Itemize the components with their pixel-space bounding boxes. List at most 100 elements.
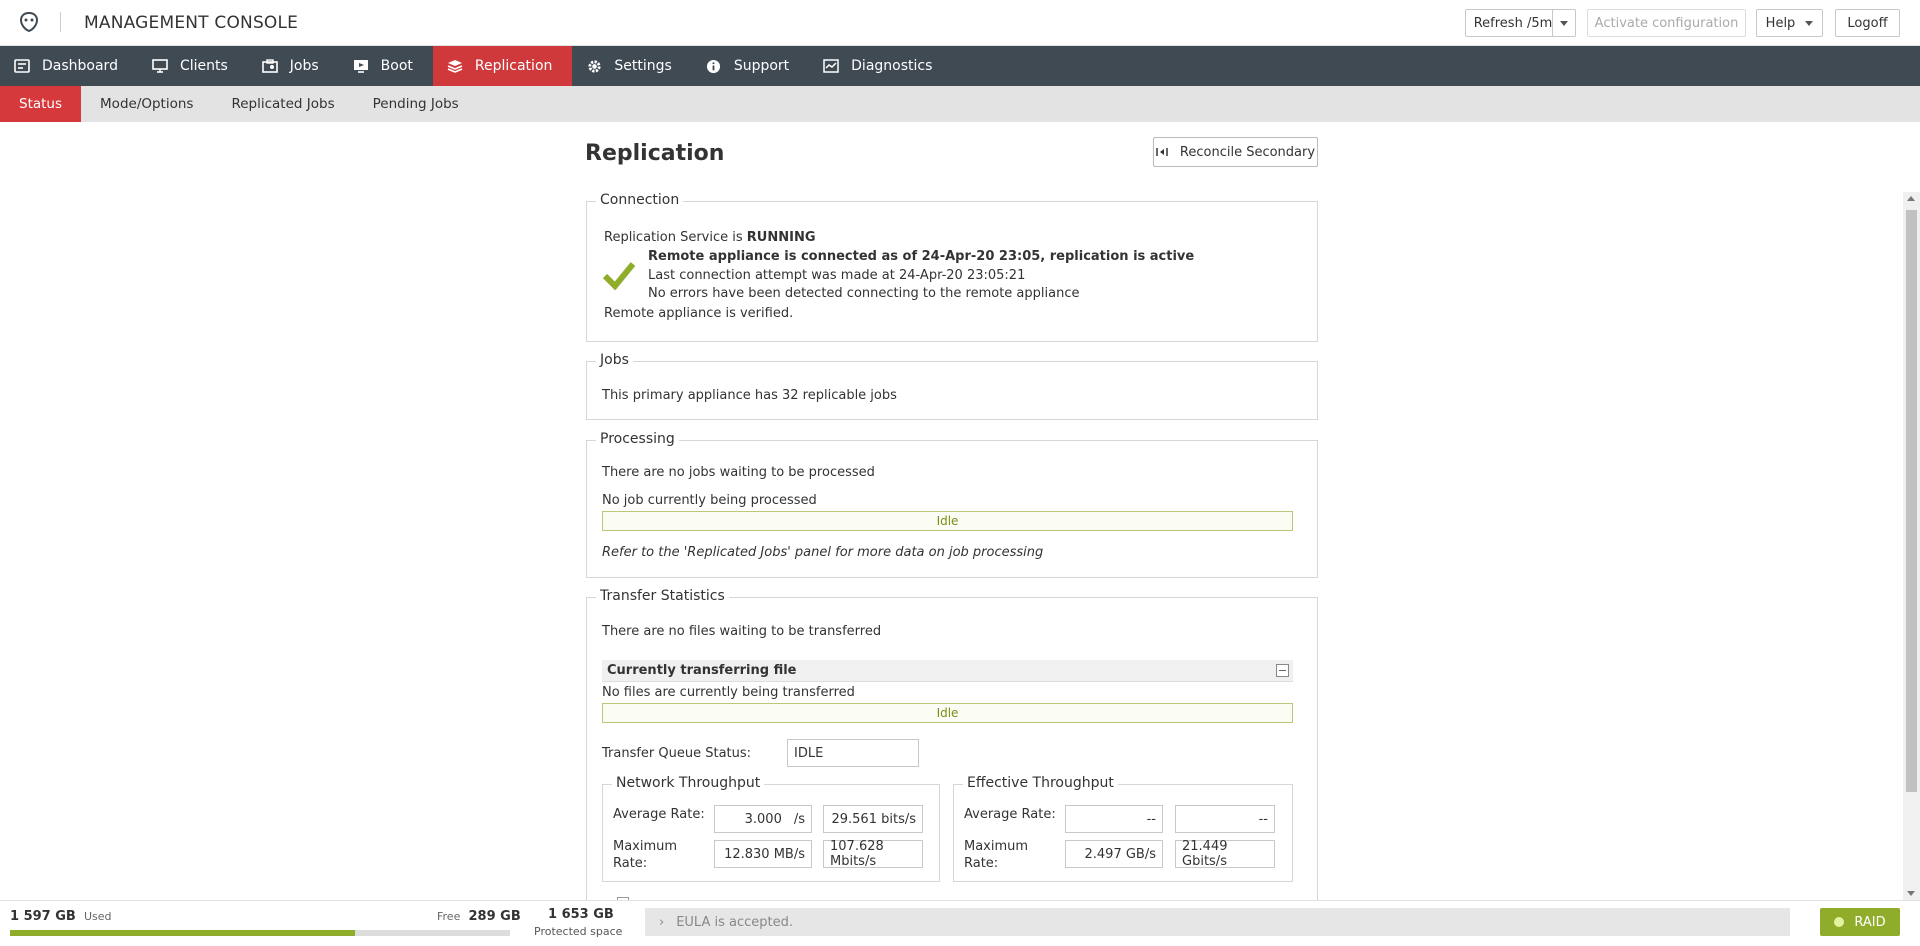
nav-item-clients[interactable]: Clients <box>138 46 248 86</box>
protected-value: 1 653 GB <box>548 907 614 922</box>
current-transfer-title: Currently transferring file <box>607 663 797 678</box>
nav-item-diagnostics[interactable]: Diagnostics <box>809 46 952 86</box>
effective-throughput-legend: Effective Throughput <box>963 775 1118 791</box>
tab-replicated-jobs[interactable]: Replicated Jobs <box>212 86 353 122</box>
chevron-right-icon: › <box>659 914 665 930</box>
processing-note: Refer to the 'Replicated Jobs' panel for… <box>602 545 1044 560</box>
info-icon <box>706 58 722 74</box>
nav-item-boot[interactable]: Boot <box>339 46 433 86</box>
nav-label: Dashboard <box>42 58 118 74</box>
processing-progress-bar: Idle <box>602 511 1293 531</box>
effective-avg-field-1[interactable]: -- <box>1065 805 1163 833</box>
nav-item-jobs[interactable]: Jobs <box>248 46 339 86</box>
gear-icon <box>586 58 602 74</box>
reconcile-secondary-button[interactable]: Reconcile Secondary <box>1153 137 1318 167</box>
free-label: Free <box>437 910 461 923</box>
free-value: 289 GB <box>468 909 521 924</box>
network-throughput-legend: Network Throughput <box>612 775 765 791</box>
tab-pending-jobs[interactable]: Pending Jobs <box>354 86 478 122</box>
header: MANAGEMENT CONSOLE Refresh /5m Activate … <box>0 0 1920 46</box>
processing-legend: Processing <box>596 431 679 447</box>
network-max-field-1[interactable]: 12.830 MB/s <box>714 840 812 868</box>
activate-configuration-button[interactable]: Activate configuration <box>1587 9 1746 37</box>
scroll-thumb[interactable] <box>1906 210 1917 792</box>
logoff-button[interactable]: Logoff <box>1835 9 1900 37</box>
network-max-field-2[interactable]: 107.628 Mbits/s <box>823 839 923 869</box>
refresh-button[interactable]: Refresh /5m <box>1465 9 1561 37</box>
transfer-waiting: There are no files waiting to be transfe… <box>602 624 882 639</box>
queue-status-label: Transfer Queue Status: <box>602 746 752 761</box>
storage-usage-fill <box>10 930 355 936</box>
eula-status[interactable]: › EULA is accepted. <box>645 908 1790 936</box>
effective-max-field-1[interactable]: 2.497 GB/s <box>1065 840 1163 868</box>
jobs-panel: Jobs This primary appliance has 32 repli… <box>586 352 1318 420</box>
effective-avg-field-2[interactable]: -- <box>1175 805 1275 833</box>
main-nav: Dashboard Clients Jobs Boot Replication … <box>0 46 1920 86</box>
refresh-label: Refresh /5m <box>1473 15 1553 31</box>
storage-free: Free 289 GB <box>437 909 521 924</box>
processing-waiting: There are no jobs waiting to be processe… <box>602 465 875 480</box>
jobs-legend: Jobs <box>596 352 633 368</box>
last-attempt: Last connection attempt was made at 24-A… <box>648 268 1026 283</box>
activate-label: Activate configuration <box>1594 15 1739 31</box>
tab-status[interactable]: Status <box>0 86 82 122</box>
refresh-dropdown-button[interactable] <box>1552 9 1576 37</box>
nav-label: Settings <box>614 58 672 74</box>
raid-label: RAID <box>1854 914 1886 930</box>
nav-item-settings[interactable]: Settings <box>572 46 691 86</box>
network-avg-field-2[interactable]: 29.561 bits/s <box>823 805 923 833</box>
current-transfer-text: No files are currently being transferred <box>602 685 855 700</box>
eula-text: EULA is accepted. <box>676 914 794 930</box>
logo-icon <box>19 11 39 33</box>
collapse-icon[interactable] <box>1276 664 1289 677</box>
network-max-label-2: Rate: <box>613 856 648 871</box>
logoff-label: Logoff <box>1847 15 1888 31</box>
diagnostics-icon <box>823 58 839 74</box>
used-label: Used <box>83 910 112 923</box>
storage-used: 1 597 GB Used <box>10 909 112 924</box>
effective-max-field-2[interactable]: 21.449 Gbits/s <box>1175 839 1275 869</box>
raid-status-button[interactable]: RAID <box>1820 908 1900 936</box>
nav-item-support[interactable]: Support <box>692 46 809 86</box>
jobs-icon <box>261 58 278 74</box>
effective-max-label-2: Rate: <box>964 856 999 871</box>
connection-status-line: Remote appliance is connected as of 24-A… <box>648 249 1195 264</box>
help-label: Help <box>1765 15 1796 31</box>
header-divider <box>60 12 61 32</box>
nav-label: Diagnostics <box>851 58 933 74</box>
dashboard-icon <box>14 58 30 74</box>
boot-icon <box>353 58 369 74</box>
network-max-label-1: Maximum <box>613 839 678 854</box>
help-button[interactable]: Help <box>1756 9 1823 37</box>
page-scrollbar[interactable] <box>1903 192 1920 900</box>
effective-avg-label: Average Rate: <box>964 807 1056 822</box>
replication-icon <box>447 58 463 74</box>
network-avg-field-1[interactable]: 3.000 /s <box>714 805 812 833</box>
page-title: Replication <box>585 141 725 166</box>
queue-status-field[interactable]: IDLE <box>787 739 919 767</box>
network-avg-label: Average Rate: <box>613 807 705 822</box>
scroll-up-icon[interactable] <box>1907 196 1915 201</box>
transfer-progress-bar: Idle <box>602 703 1293 723</box>
service-prefix: Replication Service is <box>604 230 743 245</box>
transfer-legend: Transfer Statistics <box>596 588 729 604</box>
effective-max-label-1: Maximum <box>964 839 1029 854</box>
status-dot-icon <box>1834 917 1845 927</box>
checkmark-icon <box>603 262 635 290</box>
current-transfer-header: Currently transferring file <box>602 660 1293 682</box>
processing-current: No job currently being processed <box>602 493 817 508</box>
used-value: 1 597 GB <box>10 909 76 924</box>
nav-item-dashboard[interactable]: Dashboard <box>0 46 138 86</box>
scroll-down-icon[interactable] <box>1907 891 1915 896</box>
jobs-text: This primary appliance has 32 replicable… <box>602 388 897 403</box>
connection-legend: Connection <box>596 192 684 208</box>
network-avg-unit-1: /s <box>793 811 805 827</box>
reconcile-label: Reconcile Secondary <box>1179 144 1316 160</box>
storage-usage-bar <box>10 930 510 936</box>
nav-label: Support <box>733 58 790 74</box>
nav-item-replication[interactable]: Replication <box>432 46 573 86</box>
tab-mode-options[interactable]: Mode/Options <box>81 86 212 122</box>
app-title: MANAGEMENT CONSOLE <box>84 13 299 33</box>
sub-nav: Status Mode/Options Replicated Jobs Pend… <box>0 86 1920 122</box>
effective-throughput-panel: Effective Throughput Average Rate: -- --… <box>953 775 1293 882</box>
